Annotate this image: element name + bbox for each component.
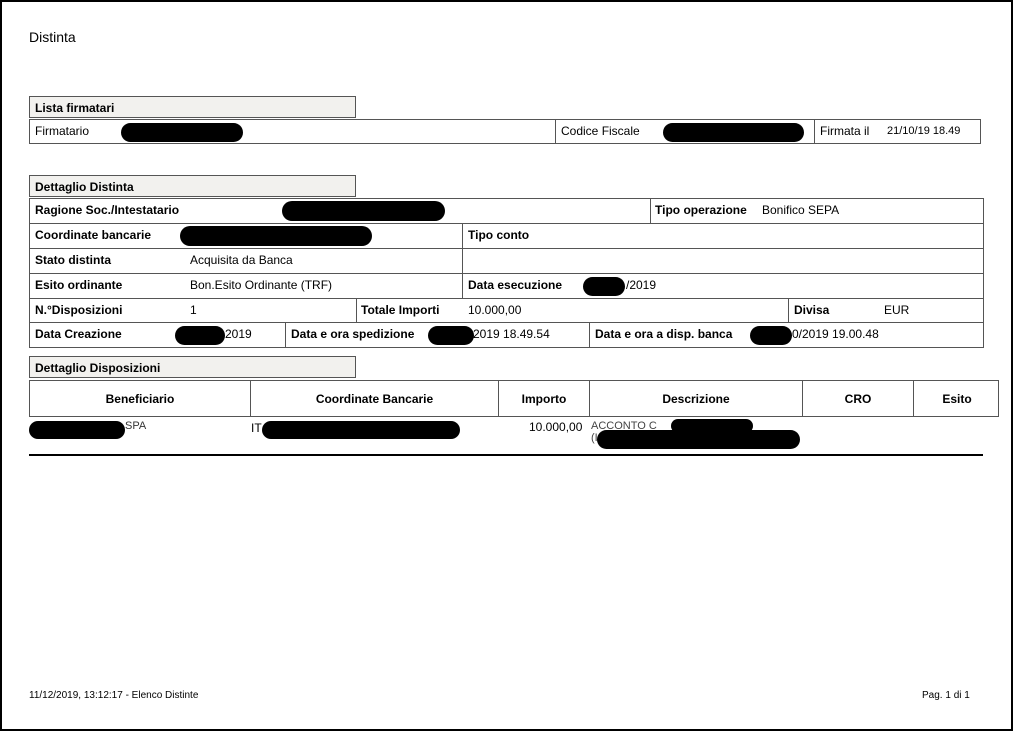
lista-firmatari-header: Lista firmatari — [29, 96, 356, 118]
n-disposizioni-value: 1 — [190, 303, 197, 317]
footer-page-number: Pag. 1 di 1 — [922, 690, 970, 701]
firmatario-label: Firmatario — [35, 124, 90, 138]
dettaglio-disposizioni-header: Dettaglio Disposizioni — [29, 356, 356, 378]
cell-coordinate: IT — [251, 421, 262, 435]
data-esecuzione-label: Data esecuzione — [468, 278, 563, 292]
ragione-row: Ragione Soc./Intestatario Tipo operazion… — [29, 198, 984, 224]
stato-label: Stato distinta — [35, 253, 112, 267]
redaction-firmatario — [121, 123, 243, 142]
dettaglio-distinta-header: Dettaglio Distinta — [29, 175, 356, 197]
data-creazione-label: Data Creazione — [35, 327, 122, 341]
col-importo: Importo — [521, 392, 567, 406]
footer-timestamp: 11/12/2019, 13:12:17 - Elenco Distinte — [29, 690, 199, 701]
data-creazione-value: 2019 — [225, 327, 252, 341]
tipo-operazione-value: Bonifico SEPA — [762, 203, 840, 217]
document-page: Distinta Lista firmatari Firmatario Codi… — [0, 0, 1013, 731]
page-title: Distinta — [29, 29, 76, 45]
totale-label: Totale Importi — [361, 303, 440, 317]
redaction-ragione — [282, 201, 445, 221]
spedizione-label: Data e ora spedizione — [291, 327, 415, 341]
col-coordinate-bancarie: Coordinate Bancarie — [315, 392, 434, 406]
totale-value: 10.000,00 — [468, 303, 522, 317]
redaction-coordinate — [180, 226, 372, 246]
disposizioni-row: N.°Disposizioni 1 Totale Importi 10.000,… — [29, 298, 984, 323]
redaction-descrizione-2 — [597, 430, 800, 449]
redaction-beneficiario — [29, 421, 125, 439]
disp-banca-label: Data e ora a disp. banca — [595, 327, 733, 341]
table-bottom-rule — [29, 454, 983, 456]
firmata-il-value: 21/10/19 18.49 — [887, 125, 961, 137]
esito-label: Esito ordinante — [35, 278, 123, 292]
ragione-label: Ragione Soc./Intestatario — [35, 203, 180, 217]
redaction-coordinate-iban — [262, 421, 460, 439]
cell-beneficiario: SPA — [125, 420, 147, 432]
coordinate-label: Coordinate bancarie — [35, 228, 152, 242]
coordinate-row: Coordinate bancarie Tipo conto — [29, 223, 984, 249]
tipo-operazione-label: Tipo operazione — [655, 203, 747, 217]
esito-row: Esito ordinante Bon.Esito Ordinante (TRF… — [29, 273, 984, 299]
redaction-disp-banca — [750, 326, 792, 345]
disp-banca-value: 0/2019 19.00.48 — [792, 327, 879, 341]
tipo-conto-label: Tipo conto — [468, 228, 530, 242]
cell-importo: 10.000,00 — [529, 420, 583, 434]
redaction-spedizione — [428, 326, 474, 345]
col-beneficiario: Beneficiario — [105, 392, 175, 406]
firmata-il-label: Firmata il — [820, 124, 870, 138]
divisa-label: Divisa — [794, 303, 830, 317]
redaction-data-esecuzione — [583, 277, 625, 296]
esito-value: Bon.Esito Ordinante (TRF) — [190, 278, 333, 292]
stato-row: Stato distinta Acquisita da Banca — [29, 248, 984, 274]
date-row: Data Creazione 2019 Data e ora spedizion… — [29, 322, 984, 348]
divisa-value: EUR — [884, 303, 910, 317]
spedizione-value: 2019 18.49.54 — [473, 327, 550, 341]
codice-fiscale-label: Codice Fiscale — [561, 124, 640, 138]
data-esecuzione-value: /2019 — [626, 278, 657, 292]
col-cro: CRO — [844, 392, 872, 406]
col-descrizione: Descrizione — [662, 392, 730, 406]
disposizioni-table-header: Beneficiario Coordinate Bancarie Importo… — [29, 380, 999, 417]
col-esito: Esito — [942, 392, 972, 406]
redaction-data-creazione — [175, 326, 225, 345]
n-disposizioni-label: N.°Disposizioni — [35, 303, 123, 317]
firmatari-row: Firmatario Codice Fiscale Firmata il 21/… — [29, 119, 981, 144]
stato-value: Acquisita da Banca — [190, 253, 293, 267]
table-row: SPA IT 10.000,00 ACCONTO C (I — [29, 419, 984, 455]
redaction-codice-fiscale — [663, 123, 804, 142]
